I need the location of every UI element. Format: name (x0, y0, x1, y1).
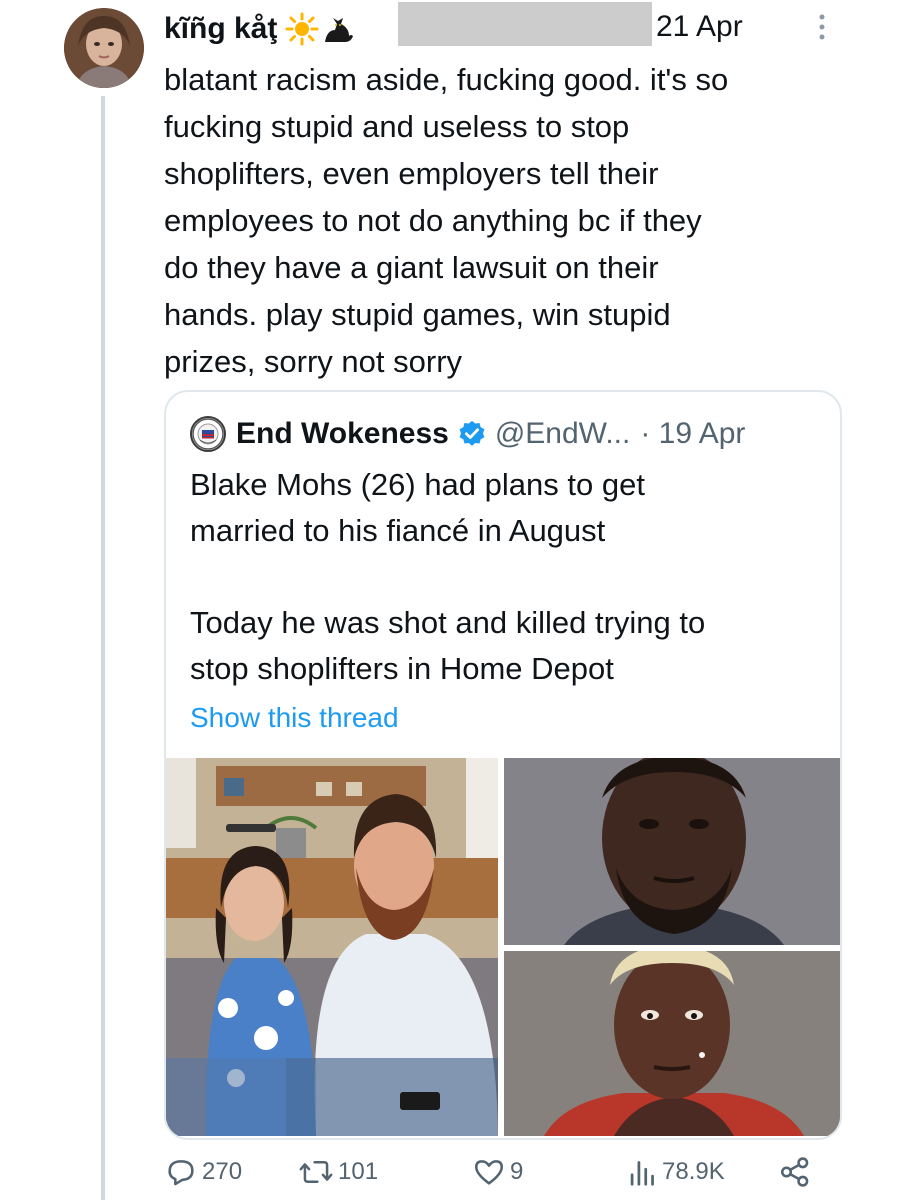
reply-count: 270 (202, 1158, 243, 1185)
views-chart-icon (630, 1161, 654, 1186)
like-button[interactable]: 9 (472, 1152, 523, 1192)
mugshot-man-illustration (504, 758, 840, 945)
more-options-icon[interactable] (814, 12, 830, 42)
share-button[interactable] (778, 1152, 816, 1192)
mugshot-woman-illustration (504, 951, 840, 1136)
quoted-tweet-text: Blake Mohs (26) had plans to get married… (190, 467, 706, 686)
reply-icon (168, 1160, 194, 1186)
couple-photo[interactable] (166, 758, 498, 1136)
tweet-date[interactable]: 21 Apr (656, 10, 743, 44)
avatar-image (64, 8, 144, 88)
like-count: 9 (510, 1158, 524, 1185)
views-count: 78.9K (662, 1158, 725, 1185)
quoted-tweet-avatar (190, 416, 226, 452)
name-emojis (285, 12, 355, 46)
mugshot-man-photo[interactable] (504, 758, 840, 945)
quoted-handle[interactable]: @EndW... (495, 417, 631, 451)
reply-button[interactable]: 270 (164, 1152, 242, 1192)
thread-connector-line (101, 96, 105, 1200)
redacted-username-block (398, 2, 652, 46)
verified-badge-icon (459, 420, 485, 446)
show-thread-link[interactable]: Show this thread (190, 702, 399, 734)
share-icon (780, 1157, 809, 1187)
seal-logo-icon (192, 418, 224, 450)
retweet-icon (299, 1161, 333, 1183)
display-name[interactable]: kĩñg kåţ (164, 12, 277, 46)
mugshot-woman-photo[interactable] (504, 951, 840, 1136)
views-button[interactable]: 78.9K (628, 1152, 725, 1192)
quoted-date[interactable]: · 19 Apr (640, 417, 745, 451)
quoted-display-name[interactable]: End Wokeness (236, 417, 449, 451)
quoted-tweet-header: End Wokeness @EndW... · 19 Apr (190, 414, 745, 454)
retweet-button[interactable]: 101 (298, 1152, 378, 1192)
black-cat-icon (325, 18, 354, 42)
retweet-count: 101 (338, 1158, 379, 1185)
tweet-actions-bar: 270 101 9 78.9K (164, 1152, 854, 1192)
couple-photo-illustration (166, 758, 498, 1136)
avatar[interactable] (64, 8, 144, 88)
heart-icon (474, 1160, 504, 1185)
tweet-text: blatant racism aside, fucking good. it's… (164, 62, 729, 379)
sun-icon (285, 12, 319, 46)
quoted-tweet-card[interactable]: End Wokeness @EndW... · 19 Apr Blake Moh… (164, 390, 842, 1140)
